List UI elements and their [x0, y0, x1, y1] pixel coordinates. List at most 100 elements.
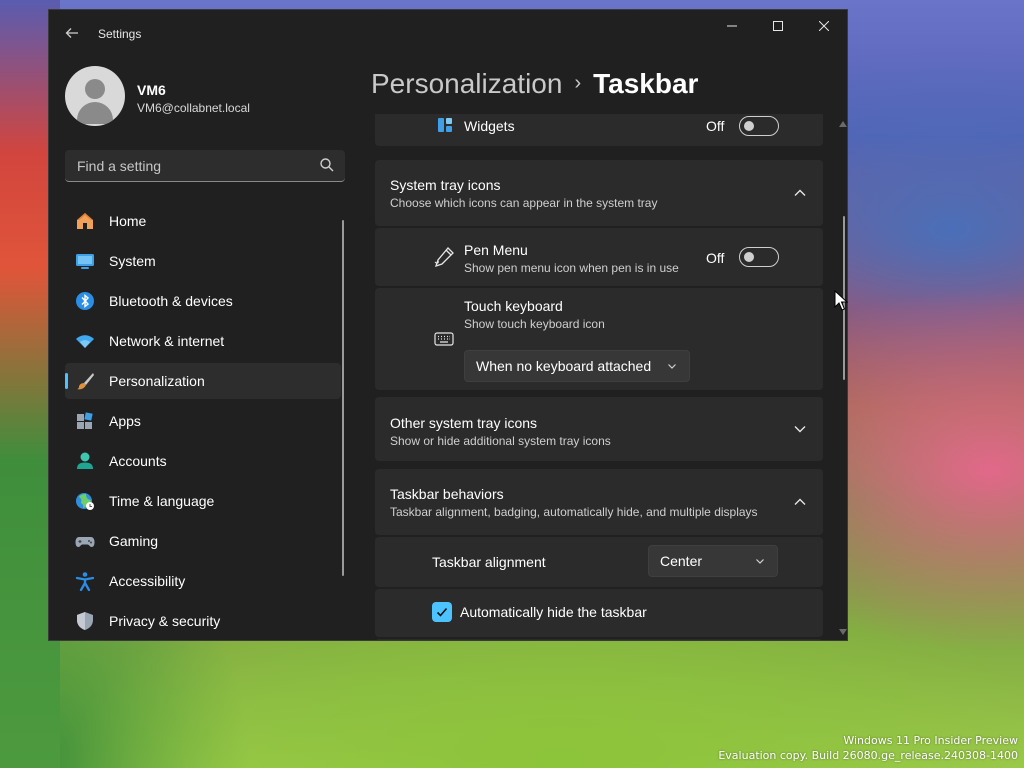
watermark-line-1: Windows 11 Pro Insider Preview [843, 734, 1018, 747]
breadcrumb-separator: › [574, 72, 582, 94]
other-tray-title: Other system tray icons [390, 415, 538, 431]
sidebar-item-label: Gaming [109, 533, 159, 549]
chevron-up-icon[interactable] [793, 495, 807, 509]
title-bar: Settings [49, 10, 847, 56]
sidebar-item-accessibility[interactable]: Accessibility [65, 563, 341, 599]
home-icon [77, 213, 93, 229]
sidebar-item-label: Privacy & security [109, 613, 221, 629]
sidebar-item-network[interactable]: Network & internet [65, 323, 341, 359]
pen-menu-toggle[interactable] [739, 247, 779, 267]
dropdown-value: Center [660, 553, 703, 569]
chevron-up-icon[interactable] [793, 186, 807, 200]
sidebar-item-label: Network & internet [109, 333, 225, 349]
sidebar-item-label: Apps [109, 413, 141, 429]
gamepad-icon [75, 537, 95, 547]
mouse-cursor-icon [834, 290, 848, 311]
app-title: Settings [98, 27, 142, 41]
system-tray-header[interactable]: System tray icons Choose which icons can… [375, 160, 823, 226]
pen-menu-title: Pen Menu [464, 242, 528, 258]
shield-icon [77, 612, 93, 630]
sidebar-item-gaming[interactable]: Gaming [65, 523, 341, 559]
sidebar-item-label: Bluetooth & devices [109, 293, 233, 309]
search-box[interactable] [65, 150, 345, 182]
search-input[interactable] [75, 156, 319, 176]
windows-watermark: Windows 11 Pro Insider Preview Evaluatio… [718, 733, 1018, 763]
sidebar-item-personalization[interactable]: Personalization [65, 363, 341, 399]
checkmark-icon [436, 607, 448, 617]
keyboard-icon [434, 332, 454, 346]
scroll-up-icon[interactable] [839, 121, 847, 127]
widgets-icon [438, 118, 452, 132]
watermark-line-2: Evaluation copy. Build 26080.ge_release.… [718, 749, 1018, 762]
maximize-button[interactable] [755, 10, 801, 42]
taskbar-alignment-row: Taskbar alignment Center [375, 537, 823, 587]
sidebar-item-label: Accessibility [109, 573, 186, 589]
minimize-button[interactable] [709, 10, 755, 42]
settings-window: Settings VM6 VM6@collabnet.local Home [48, 9, 848, 641]
close-button[interactable] [801, 10, 847, 42]
page-title: Taskbar [593, 68, 699, 99]
settings-content: Widgets Off System tray icons Choose whi… [375, 114, 823, 640]
sidebar-item-apps[interactable]: Apps [65, 403, 341, 439]
touch-keyboard-title: Touch keyboard [464, 298, 563, 314]
touch-keyboard-subtitle: Show touch keyboard icon [464, 317, 605, 331]
bluetooth-icon [76, 292, 94, 310]
pen-menu-subtitle: Show pen menu icon when pen is in use [464, 261, 679, 275]
other-tray-subtitle: Show or hide additional system tray icon… [390, 434, 611, 448]
close-icon [818, 20, 830, 32]
chevron-down-icon[interactable] [793, 422, 807, 436]
sidebar-item-label: Time & language [109, 493, 215, 509]
taskbar-alignment-label: Taskbar alignment [432, 554, 546, 570]
avatar-body [77, 102, 113, 124]
chevron-down-icon [756, 559, 764, 564]
other-tray-header[interactable]: Other system tray icons Show or hide add… [375, 397, 823, 461]
user-email: VM6@collabnet.local [137, 101, 250, 115]
pen-menu-row: Pen Menu Show pen menu icon when pen is … [375, 228, 823, 286]
sidebar-item-system[interactable]: System [65, 243, 341, 279]
sidebar-item-home[interactable]: Home [65, 203, 341, 239]
search-icon[interactable] [319, 157, 335, 173]
avatar[interactable] [65, 66, 125, 126]
wifi-icon [76, 335, 94, 348]
sidebar-item-label: Accounts [109, 453, 167, 469]
widgets-toggle[interactable] [739, 116, 779, 136]
touch-keyboard-dropdown[interactable]: When no keyboard attached [464, 350, 690, 382]
maximize-icon [773, 21, 783, 31]
brush-icon [77, 373, 94, 390]
sidebar-item-accounts[interactable]: Accounts [65, 443, 341, 479]
accessibility-icon [75, 572, 95, 591]
back-arrow-icon [65, 28, 78, 38]
breadcrumb: Personalization › Taskbar [371, 68, 698, 100]
auto-hide-row: Automatically hide the taskbar [375, 589, 823, 637]
toggle-knob [744, 252, 754, 262]
system-tray-title: System tray icons [390, 177, 501, 193]
system-tray-subtitle: Choose which icons can appear in the sys… [390, 196, 658, 210]
globe-icon [76, 493, 94, 510]
active-indicator [65, 373, 68, 389]
widgets-state: Off [706, 118, 725, 134]
user-name: VM6 [137, 82, 166, 98]
next-row [375, 639, 823, 640]
chevron-down-icon [668, 364, 676, 369]
sidebar-item-time-language[interactable]: Time & language [65, 483, 341, 519]
touch-keyboard-row: Touch keyboard Show touch keyboard icon … [375, 288, 823, 390]
taskbar-alignment-dropdown[interactable]: Center [648, 545, 778, 577]
auto-hide-label: Automatically hide the taskbar [460, 604, 647, 620]
back-button[interactable] [61, 22, 83, 44]
accounts-icon [77, 452, 93, 469]
sidebar-item-bluetooth[interactable]: Bluetooth & devices [65, 283, 341, 319]
taskbar-behaviors-title: Taskbar behaviors [390, 486, 504, 502]
breadcrumb-parent[interactable]: Personalization [371, 68, 562, 99]
sidebar-nav: Home System Bluetooth & devices Network … [65, 203, 341, 640]
apps-icon [77, 412, 93, 429]
dropdown-value: When no keyboard attached [476, 358, 652, 374]
auto-hide-checkbox[interactable] [432, 602, 452, 622]
taskbar-behaviors-header[interactable]: Taskbar behaviors Taskbar alignment, bad… [375, 469, 823, 535]
sidebar-scrollbar[interactable] [342, 220, 344, 576]
sidebar-item-privacy[interactable]: Privacy & security [65, 603, 341, 639]
sidebar-item-label: Home [109, 213, 147, 229]
scroll-down-icon[interactable] [839, 629, 847, 635]
taskbar-behaviors-subtitle: Taskbar alignment, badging, automaticall… [390, 505, 758, 519]
pen-icon [434, 247, 454, 268]
widgets-row: Widgets Off [375, 114, 823, 146]
